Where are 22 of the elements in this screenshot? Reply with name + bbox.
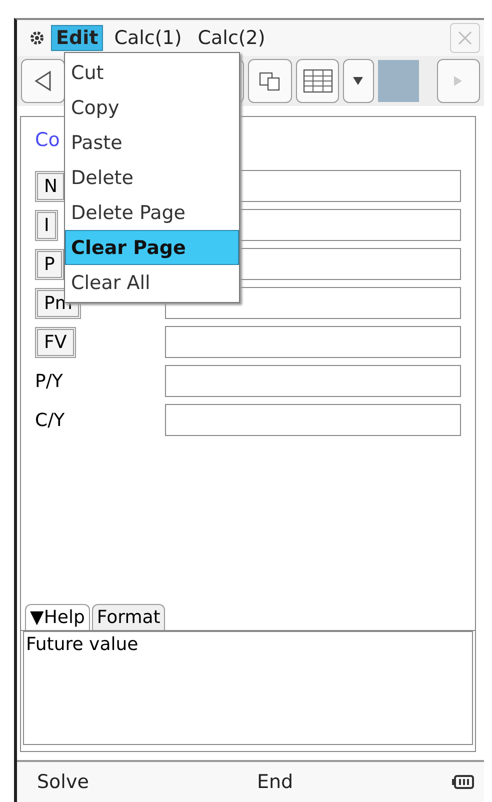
variable-button[interactable]: N [35,170,66,202]
variable-button[interactable]: I [35,210,58,240]
menu-item[interactable]: Edit [51,25,104,51]
variable-label: C/Y [35,410,65,430]
variable-label: P/Y [35,370,63,392]
menu-option[interactable]: Copy [65,90,239,125]
tab[interactable]: Format [92,604,166,630]
menu-option[interactable]: Clear Page [65,230,239,265]
soft-key[interactable]: Solve [37,771,257,793]
help-text: Future value [26,634,138,655]
menu-option[interactable]: Delete Page [65,195,239,230]
menu-item[interactable]: Calc(1) [109,25,187,51]
tab[interactable]: ▼Help [25,604,90,630]
form-title: Co [35,129,60,151]
menu-option[interactable]: Paste [65,125,239,160]
menu-option[interactable]: Clear All [65,265,239,300]
menu-option[interactable]: Cut [65,55,239,90]
variable-button[interactable]: FV [35,326,76,358]
variable-button[interactable]: P [35,248,64,280]
menu-option[interactable]: Delete [65,160,239,195]
soft-key[interactable]: End [257,771,437,793]
menu-item[interactable]: Calc(2) [192,25,270,51]
